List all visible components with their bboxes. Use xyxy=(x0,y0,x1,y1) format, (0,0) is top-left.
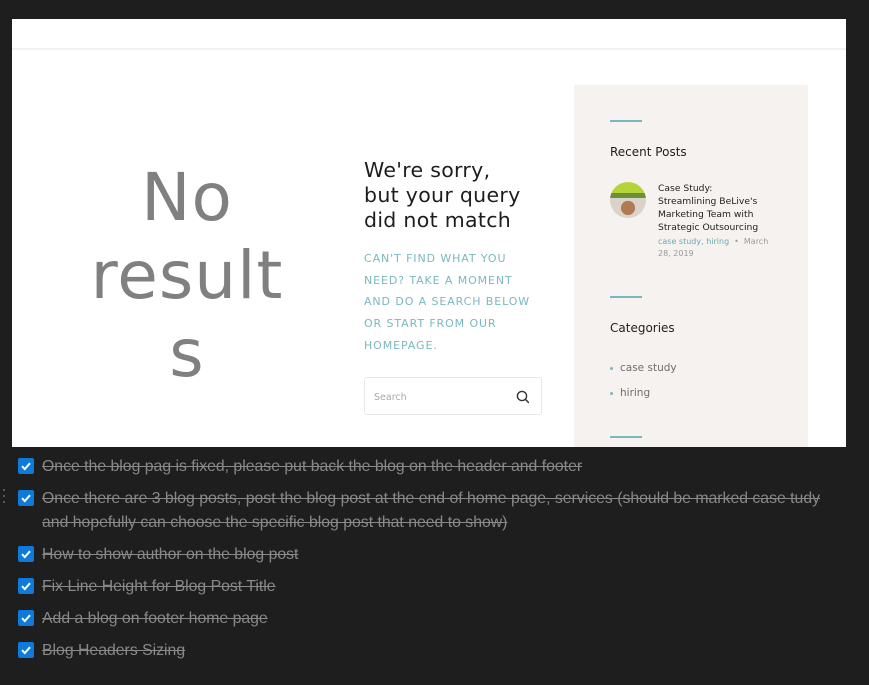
post-tags-link[interactable]: case study, hiring xyxy=(658,237,729,246)
post-date-month: March xyxy=(743,237,769,246)
checkmark-icon xyxy=(21,614,31,623)
checklist-item-text[interactable]: Add a blog on footer home page xyxy=(42,607,832,631)
no-results-line: result xyxy=(90,237,284,314)
sorry-line: We're sorry, xyxy=(364,158,491,182)
post-thumbnail[interactable] xyxy=(610,182,646,218)
checkbox[interactable] xyxy=(18,546,34,562)
checklist-item-text[interactable]: Once there are 3 blog posts, post the bl… xyxy=(42,487,832,535)
checkbox[interactable] xyxy=(18,458,34,474)
checklist-item-text[interactable]: How to show author on the blog post xyxy=(42,543,832,567)
checkbox[interactable] xyxy=(18,642,34,658)
post-title-line: Strategic Outsourcing xyxy=(658,222,759,233)
cant-find-line: NEED? TAKE A MOMENT xyxy=(364,273,513,287)
accent-rule xyxy=(610,120,642,122)
search-icon xyxy=(516,390,530,404)
cant-find-line: CAN'T FIND WHAT YOU xyxy=(364,252,507,265)
sorry-line: but your query xyxy=(364,183,521,207)
cant-find-line: AND DO A SEARCH BELOW xyxy=(364,295,531,309)
category-link[interactable]: case study xyxy=(610,359,677,384)
checklist-item-text[interactable]: Fix Line Height for Blog Post Title xyxy=(42,575,832,599)
checkmark-icon xyxy=(21,494,31,503)
category-link[interactable]: hiring xyxy=(610,384,677,409)
checkmark-icon xyxy=(21,582,31,591)
no-results-line: No xyxy=(141,159,233,236)
checkbox[interactable] xyxy=(18,578,34,594)
search-input[interactable] xyxy=(374,388,504,406)
recent-posts-title: Recent Posts xyxy=(610,145,687,159)
cant-find-line: OR START FROM OUR xyxy=(364,317,497,331)
search-form xyxy=(364,377,542,415)
search-button[interactable] xyxy=(515,389,531,405)
post-title-line: Case Study: xyxy=(658,183,713,194)
resize-handle-icon[interactable] xyxy=(861,678,867,684)
no-results-line: s xyxy=(169,315,205,392)
embedded-screenshot: No result s We're sorry, but your query … xyxy=(12,19,846,447)
post-meta: case study, hiring • March 28, 2019 xyxy=(658,236,788,260)
sorry-heading: We're sorry, but your query did not matc… xyxy=(364,158,544,233)
accent-rule xyxy=(610,296,642,298)
accent-rule xyxy=(610,436,642,438)
post-title-link[interactable]: Case Study: Streamlining BeLive's Market… xyxy=(658,182,788,234)
checklist-item-text[interactable]: Blog Headers Sizing xyxy=(42,639,832,663)
checkmark-icon xyxy=(21,550,31,559)
site-header xyxy=(12,19,846,50)
post-date-day-year: 28, 2019 xyxy=(658,249,694,258)
post-title-line: Marketing Team with xyxy=(658,209,754,220)
post-title-line: Streamlining BeLive's xyxy=(658,196,758,207)
checkbox[interactable] xyxy=(18,610,34,626)
drag-handle-icon[interactable] xyxy=(1,489,7,505)
checklist-item-text[interactable]: Once the blog pag is fixed, please put b… xyxy=(42,455,832,479)
cant-find-text: CAN'T FIND WHAT YOU NEED? TAKE A MOMENT … xyxy=(364,248,544,357)
no-results-heading: No result s xyxy=(72,159,302,393)
sidebar: Recent Posts Case Study: Streamlining Be… xyxy=(574,85,808,447)
categories-title: Categories xyxy=(610,321,675,335)
categories-list: case study hiring xyxy=(610,359,677,409)
sorry-line: did not match xyxy=(364,208,512,232)
checkmark-icon xyxy=(21,462,31,471)
meta-separator: • xyxy=(734,237,739,246)
checkbox[interactable] xyxy=(18,490,34,506)
checkmark-icon xyxy=(21,646,31,655)
cant-find-line: HOMEPAGE. xyxy=(364,338,438,352)
